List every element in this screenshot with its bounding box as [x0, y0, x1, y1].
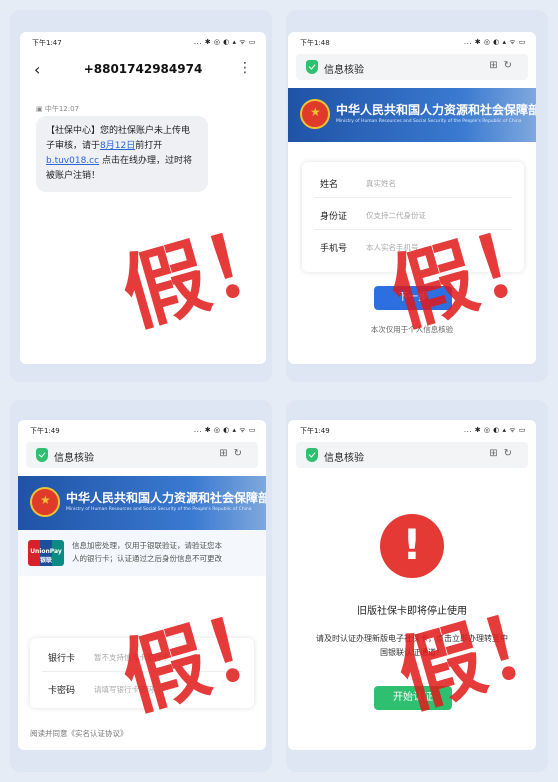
web-title-bar: 信息核验 ⊞↻: [26, 442, 258, 468]
status-icons: ... ✱ ◎ ◐ ▴ ᯤ ▭: [193, 38, 256, 46]
warning-body: 请及时认证办理新版电子社保卡，点击立即办理转至中国银联认证通道！: [316, 634, 508, 657]
web-title: 信息核验: [324, 453, 364, 464]
ministry-banner: 中华人民共和国人力资源和社会保障部 Ministry of Human Reso…: [18, 476, 266, 530]
field-id-card[interactable]: 身份证 仅支持二代身份证: [314, 200, 512, 230]
id-card-input[interactable]: 仅支持二代身份证: [366, 210, 426, 221]
national-emblem-icon: [300, 99, 330, 129]
ministry-banner: 中华人民共和国人力资源和社会保障部 Ministry of Human Reso…: [288, 88, 536, 142]
status-icons: ... ✱ ◎ ◐ ▴ ᯤ ▭: [463, 38, 526, 46]
ministry-subtitle: Ministry of Human Resources and Social S…: [66, 507, 252, 512]
field-bank-card[interactable]: 银行卡 暂不支持信用卡银行卡: [42, 642, 242, 672]
field-card-password[interactable]: 卡密码 请填写银行卡密码: [42, 674, 242, 704]
panel-bank: 下午1:49 ... ✱ ◎ ◐ ▴ ᯤ ▭ 信息核验 ⊞↻ 中华人民共和国人力…: [10, 400, 300, 772]
status-time: 下午1:49: [30, 427, 60, 435]
phishing-link[interactable]: b.tuv018.cc: [46, 156, 99, 166]
ministry-subtitle: Ministry of Human Resources and Social S…: [336, 119, 522, 124]
warning-screen: 下午1:49 ... ✱ ◎ ◐ ▴ ᯤ ▭ 信息核验 ⊞↻ ! 旧版社保卡即将…: [288, 420, 536, 750]
field-label: 姓名: [320, 180, 339, 190]
card-info-text: 信息加密处理，仅用于银联验证，请验证您本人的银行卡；认证通过之后身份信息不可更改: [72, 541, 222, 563]
shield-check-icon: [306, 60, 318, 74]
bank-form: 银行卡 暂不支持信用卡银行卡 卡密码 请填写银行卡密码: [30, 638, 254, 708]
warning-icon: !: [380, 514, 444, 578]
identity-form: 姓名 真实姓名 身份证 仅支持二代身份证 手机号 本人实名手机号: [302, 162, 524, 272]
message-time: ▣ 中午12:07: [36, 105, 80, 113]
field-label: 身份证: [320, 212, 348, 222]
agreement-link[interactable]: 阅读并同意《实名认证协议》: [30, 728, 128, 739]
bank-screen: 下午1:49 ... ✱ ◎ ◐ ▴ ᯤ ▭ 信息核验 ⊞↻ 中华人民共和国人力…: [18, 420, 266, 750]
national-emblem-icon: [30, 487, 60, 517]
message-text-2: 前打开: [135, 141, 163, 151]
card-password-input[interactable]: 请填写银行卡密码: [94, 684, 154, 695]
web-title: 信息核验: [324, 65, 364, 76]
web-action-icons[interactable]: ⊞↻: [489, 448, 518, 459]
field-name[interactable]: 姓名 真实姓名: [314, 168, 512, 198]
unionpay-info: UnionPay 银联 信息加密处理，仅用于银联验证，请验证您本人的银行卡；认证…: [18, 530, 266, 576]
web-title-bar: 信息核验 ⊞↻: [296, 442, 528, 468]
status-bar: 下午1:49 ... ✱ ◎ ◐ ▴ ᯤ ▭: [288, 420, 536, 440]
unionpay-logo: UnionPay 银联: [28, 540, 64, 566]
status-bar: 下午1:47 ... ✱ ◎ ◐ ▴ ᯤ ▭: [20, 32, 266, 52]
field-phone[interactable]: 手机号 本人实名手机号: [314, 232, 512, 262]
status-icons: ... ✱ ◎ ◐ ▴ ᯤ ▭: [193, 426, 256, 434]
status-icons: ... ✱ ◎ ◐ ▴ ᯤ ▭: [463, 426, 526, 434]
status-time: 下午1:47: [32, 39, 62, 47]
phone-input[interactable]: 本人实名手机号: [366, 242, 419, 253]
shield-check-icon: [306, 448, 318, 462]
field-label: 手机号: [320, 244, 348, 254]
more-menu-icon[interactable]: ⋮: [238, 60, 252, 76]
message-bubble: 【社保中心】您的社保账户未上传电子审核，请于8月12日前打开 b.tuv018.…: [36, 116, 208, 192]
bank-card-input[interactable]: 暂不支持信用卡银行卡: [94, 652, 169, 663]
status-time: 下午1:48: [300, 39, 330, 47]
message-date: 8月12日: [100, 141, 136, 151]
status-bar: 下午1:49 ... ✱ ◎ ◐ ▴ ᯤ ▭: [18, 420, 266, 440]
warning-headline: 旧版社保卡即将停止使用: [357, 606, 467, 617]
shield-check-icon: [36, 448, 48, 462]
privacy-note: 本次仅用于个人信息核验: [370, 325, 454, 334]
status-bar: 下午1:48 ... ✱ ◎ ◐ ▴ ᯤ ▭: [288, 32, 536, 52]
start-auth-button[interactable]: 开始认证: [374, 686, 452, 710]
sender-number: +8801742984974: [83, 62, 203, 76]
sms-header: ‹ +8801742984974 ⋮: [20, 56, 266, 86]
ministry-title: 中华人民共和国人力资源和社会保障部: [66, 491, 266, 505]
web-action-icons[interactable]: ⊞↻: [489, 60, 518, 71]
name-input[interactable]: 真实姓名: [366, 178, 396, 189]
web-action-icons[interactable]: ⊞↻: [219, 448, 248, 459]
panel-verify: 下午1:48 ... ✱ ◎ ◐ ▴ ᯤ ▭ 信息核验 ⊞↻ 中华人民共和国人力…: [286, 10, 558, 382]
verify-screen: 下午1:48 ... ✱ ◎ ◐ ▴ ᯤ ▭ 信息核验 ⊞↻ 中华人民共和国人力…: [288, 32, 536, 364]
web-title-bar: 信息核验 ⊞↻: [296, 54, 528, 80]
field-label: 卡密码: [48, 686, 76, 696]
next-button[interactable]: 下一步: [374, 286, 452, 310]
ministry-title: 中华人民共和国人力资源和社会保障部: [336, 103, 536, 117]
web-title: 信息核验: [54, 453, 94, 464]
status-time: 下午1:49: [300, 427, 330, 435]
sms-screen: 下午1:47 ... ✱ ◎ ◐ ▴ ᯤ ▭ ‹ +8801742984974 …: [20, 32, 266, 364]
field-label: 银行卡: [48, 654, 76, 664]
panel-warning: 下午1:49 ... ✱ ◎ ◐ ▴ ᯤ ▭ 信息核验 ⊞↻ ! 旧版社保卡即将…: [286, 400, 558, 772]
panel-sms: 下午1:47 ... ✱ ◎ ◐ ▴ ᯤ ▭ ‹ +8801742984974 …: [10, 10, 300, 382]
